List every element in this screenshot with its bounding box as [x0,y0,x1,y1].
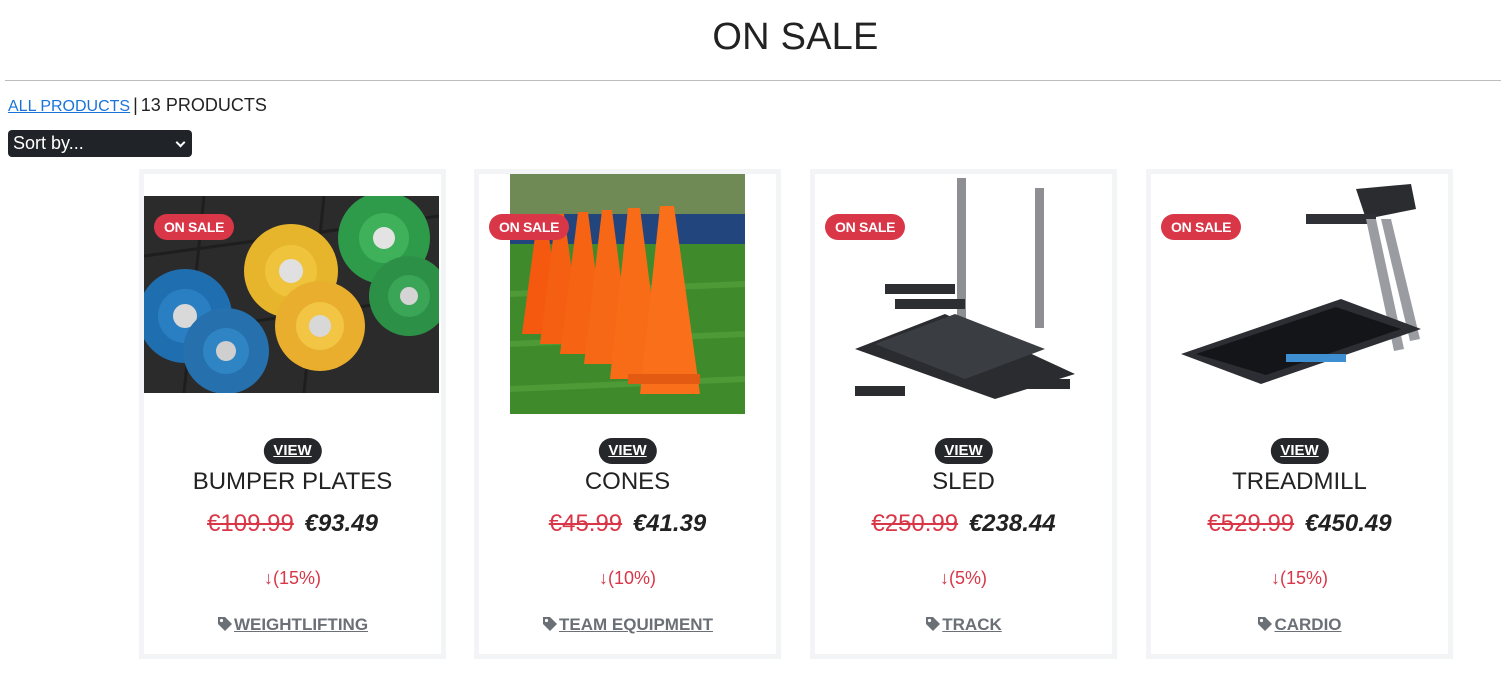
category-link[interactable]: TRACK [942,615,1002,634]
original-price: €45.99 [548,510,623,537]
category-link[interactable]: WEIGHTLIFTING [234,615,368,634]
discount-percent: (15%) [272,568,321,588]
tag-icon [926,617,941,631]
arrow-down-icon: ↓ [598,568,608,588]
product-image-cones[interactable] [510,174,745,414]
original-price: €250.99 [871,510,959,537]
product-count: 13 PRODUCTS [140,95,267,115]
product-name: SLED [932,468,995,495]
category-link[interactable]: TEAM EQUIPMENT [559,615,713,634]
breadcrumb-separator: | [133,95,138,115]
on-sale-badge: ON SALE [489,214,570,240]
product-card[interactable]: ON SALE VIEW CONES €45.99 €41.39 ↓(10%) … [474,169,781,659]
category: WEIGHTLIFTING [144,615,441,635]
product-prices: €45.99 €41.39 [479,510,776,538]
product-name: TREADMILL [1232,468,1367,495]
discount: ↓(15%) [144,568,441,589]
view-button[interactable]: VIEW [934,438,993,464]
arrow-down-icon: ↓ [939,568,949,588]
product-card[interactable]: ON SALE VIEW SLED €250.99 €238.44 ↓(5%) … [810,169,1117,659]
sale-price: €41.39 [632,510,707,537]
original-price: €109.99 [207,510,294,537]
on-sale-badge: ON SALE [1161,214,1242,240]
discount-percent: (10%) [607,568,656,588]
arrow-down-icon: ↓ [263,568,273,588]
breadcrumb: ALL PRODUCTS | 13 PRODUCTS [8,95,267,116]
page-title: ON SALE [712,16,879,58]
category: TRACK [815,615,1112,635]
arrow-down-icon: ↓ [1270,568,1280,588]
tag-icon [543,617,558,631]
product-image-treadmill[interactable] [1176,179,1426,404]
product-name: CONES [584,468,671,495]
product-card[interactable]: ON SALE VIEW TREADMILL €529.99 €450.49 ↓… [1146,169,1453,659]
tag-icon [1258,617,1273,631]
view-button[interactable]: VIEW [1270,438,1329,464]
discount: ↓(10%) [479,568,776,589]
title-divider [5,80,1501,81]
chevron-down-icon [175,137,186,148]
product-name: BUMPER PLATES [192,468,393,495]
product-prices: €250.99 €238.44 [815,510,1112,538]
sale-price: €450.49 [1304,510,1392,537]
discount: ↓(5%) [815,568,1112,589]
product-image-sled[interactable] [845,174,1085,414]
category: TEAM EQUIPMENT [479,615,776,635]
sort-select[interactable]: Sort by... [8,130,192,157]
tag-icon [217,617,232,631]
on-sale-badge: ON SALE [154,214,235,240]
discount-percent: (5%) [948,568,987,588]
sort-select-value: Sort by... [13,133,84,153]
product-prices: €529.99 €450.49 [1151,510,1448,538]
view-button[interactable]: VIEW [598,438,657,464]
view-button[interactable]: VIEW [263,438,322,464]
discount-percent: (15%) [1279,568,1328,588]
category: CARDIO [1151,615,1448,635]
product-prices: €109.99 €93.49 [144,510,441,538]
on-sale-badge: ON SALE [825,214,906,240]
sale-price: €93.49 [304,510,378,537]
category-link[interactable]: CARDIO [1274,615,1341,634]
all-products-link[interactable]: ALL PRODUCTS [8,98,130,115]
discount: ↓(15%) [1151,568,1448,589]
sale-price: €238.44 [968,510,1056,537]
product-card[interactable]: ON SALE VIEW BUMPER PLATES €109.99 €93.4… [139,169,446,659]
original-price: €529.99 [1207,510,1295,537]
